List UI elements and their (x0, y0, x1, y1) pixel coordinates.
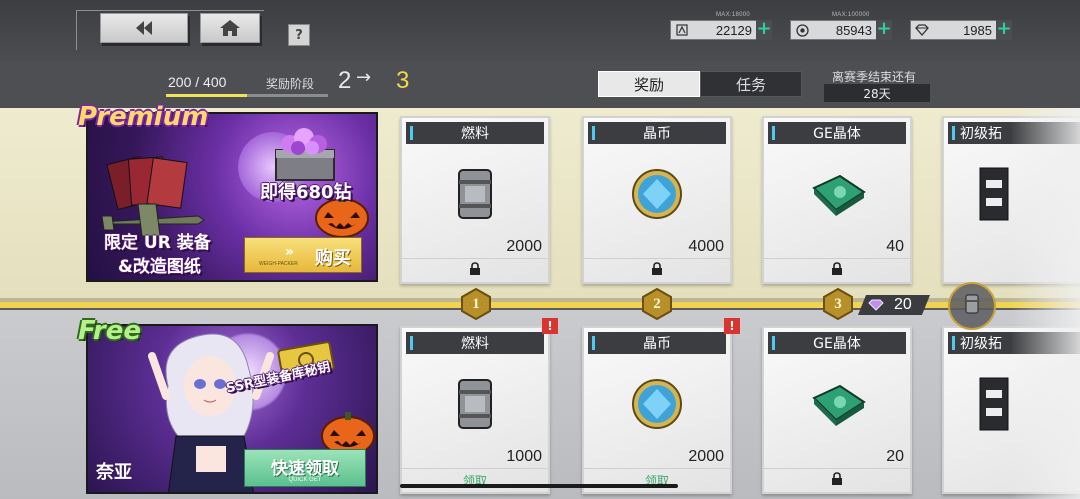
ge-crystal-icon (806, 380, 868, 432)
coin-value: 85943 (835, 22, 872, 38)
reward-footer (764, 258, 910, 282)
fuel-barrel-icon (455, 166, 495, 226)
fuel-resource: 22129 + (670, 20, 772, 40)
reward-quantity: 2000 (506, 238, 542, 255)
quick-claim-sub-label: QUICK GET (288, 477, 322, 483)
coin-icon (793, 21, 811, 39)
buy-label: 购买 (315, 248, 351, 269)
add-diamond-button[interactable]: + (996, 20, 1012, 40)
alert-badge: ! (724, 318, 740, 334)
free-reward-card-2[interactable]: 晶币 2000 领取 (582, 326, 732, 494)
scroll-indicator[interactable] (400, 484, 678, 488)
premium-reward-card-4[interactable]: 初级拓 (942, 116, 1080, 284)
premium-reward-card-1[interactable]: 燃料 2000 (400, 116, 550, 284)
crystal-coin-icon (631, 168, 683, 224)
alert-badge: ! (542, 318, 558, 334)
lock-icon (469, 261, 481, 280)
stage-arrow-icon: → (356, 67, 372, 88)
diamond-value: 1985 (963, 22, 992, 38)
reward-title: GE晶体 (768, 332, 906, 354)
reward-title: 晶币 (588, 332, 726, 354)
level-bonus-value: 20 (894, 296, 912, 313)
tab-missions[interactable]: 任务 (700, 71, 802, 97)
chevron-right-icon: » (285, 244, 295, 260)
add-coin-button[interactable]: + (876, 20, 892, 40)
premium-reward-card-2[interactable]: 晶币 4000 (582, 116, 732, 284)
reward-footer (402, 258, 548, 282)
level-number: 1 (472, 295, 480, 312)
crystal-coin-icon (631, 378, 683, 434)
buy-button[interactable]: » 购买 WEIGH-PACKER (244, 237, 362, 273)
home-icon (219, 19, 241, 37)
expansion-icon (976, 164, 1012, 228)
level-number: 2 (653, 295, 661, 312)
stage-next: 3 (396, 67, 410, 94)
expansion-icon (976, 374, 1012, 438)
stage-current: 2 (338, 67, 352, 94)
reward-quantity: 40 (886, 238, 904, 255)
fuel-barrel-icon (964, 293, 980, 319)
reward-title: GE晶体 (768, 122, 906, 144)
reward-quantity: 2000 (688, 448, 724, 465)
quick-claim-button[interactable]: 快速领取 QUICK GET (244, 449, 366, 487)
home-button[interactable] (200, 13, 260, 43)
promo-diamonds: 即得680钻 (260, 182, 352, 203)
lock-icon (651, 261, 663, 280)
progress-fill (166, 94, 247, 97)
reward-footer (584, 258, 730, 282)
reward-footer: 领取 (402, 468, 548, 492)
tab-rewards[interactable]: 奖励 (598, 71, 700, 97)
reward-title: 初级拓 (948, 122, 1080, 144)
level-bonus-badge: 20 (858, 295, 930, 315)
diamond-icon (868, 296, 884, 315)
progress-text: 200 / 400 (168, 74, 227, 90)
level-marker-2: 2 (641, 288, 673, 320)
reward-quantity: 4000 (688, 238, 724, 255)
free-reward-card-3[interactable]: GE晶体 20 (762, 326, 912, 494)
help-button[interactable]: ? (288, 24, 310, 46)
next-level-node[interactable] (948, 282, 996, 330)
coin-max-label: MAX:100000 (832, 12, 870, 18)
stage-label: 奖励阶段 (266, 77, 315, 91)
back-button[interactable] (100, 13, 188, 43)
promo-blueprint: &改造图纸 (118, 257, 201, 277)
reward-footer: 领取 (584, 468, 730, 492)
diamond-chest-icon (275, 128, 335, 181)
back-arrow-icon (133, 20, 155, 36)
level-marker-1: 1 (460, 288, 492, 320)
reward-quantity: 1000 (506, 448, 542, 465)
ge-crystal-icon (806, 170, 868, 222)
level-marker-3: 3 (822, 288, 854, 320)
fuel-value: 22129 (715, 22, 752, 38)
help-icon: ? (295, 27, 303, 43)
premium-reward-card-3[interactable]: GE晶体 40 (762, 116, 912, 284)
free-reward-card-1[interactable]: 燃料 1000 领取 (400, 326, 550, 494)
premium-tag: Premium (78, 102, 209, 132)
character-name: 奈亚 (96, 462, 132, 483)
diamond-resource: 1985 + (910, 20, 1012, 40)
level-number: 3 (834, 295, 842, 312)
lock-icon (831, 471, 843, 490)
add-fuel-button[interactable]: + (756, 20, 772, 40)
season-remaining-label: 离赛季结束还有 (832, 70, 917, 84)
quick-claim-label: 快速领取 (271, 459, 339, 479)
fuel-max-label: MAX:18000 (716, 12, 751, 18)
promo-ur-equipment: 限定 UR 装备 (104, 233, 211, 253)
reward-title: 初级拓 (948, 332, 1080, 354)
reward-title: 燃料 (406, 122, 544, 144)
fuel-barrel-icon (455, 376, 495, 436)
free-reward-card-4[interactable]: 初级拓 (942, 326, 1080, 494)
reward-title: 燃料 (406, 332, 544, 354)
season-days: 28天 (824, 84, 930, 102)
reward-title: 晶币 (588, 122, 726, 144)
lock-icon (831, 261, 843, 280)
fuel-icon (673, 21, 691, 39)
reward-footer (764, 468, 910, 492)
free-tag: Free (78, 316, 141, 346)
buy-sub-label: WEIGH-PACKER (259, 261, 298, 267)
diamond-icon (913, 21, 931, 39)
reward-quantity: 20 (886, 448, 904, 465)
progress-bar (166, 94, 328, 97)
coin-resource: 85943 + (790, 20, 892, 40)
